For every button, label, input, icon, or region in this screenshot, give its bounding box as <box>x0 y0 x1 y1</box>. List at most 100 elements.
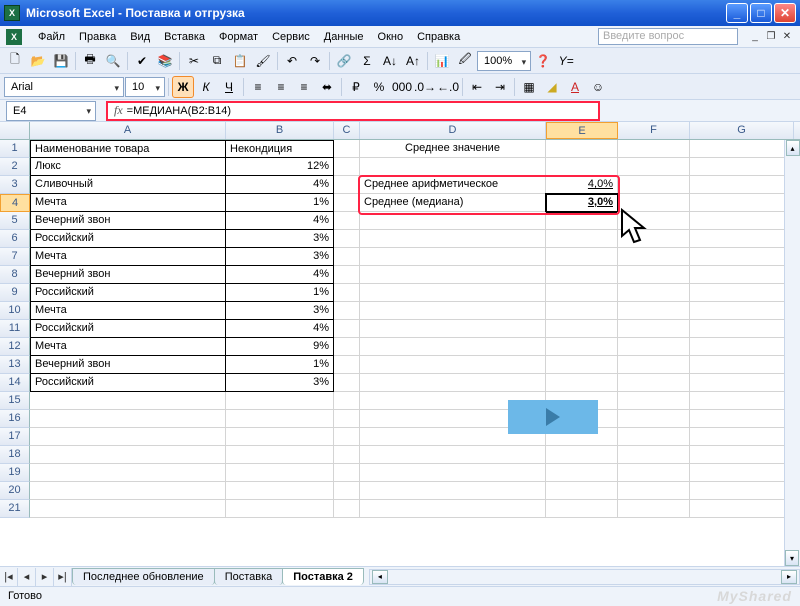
cell-C12[interactable] <box>334 338 360 356</box>
cell-B4[interactable]: 1% <box>226 194 334 212</box>
print-preview-button[interactable]: 🔍 <box>102 50 124 72</box>
cell-A17[interactable] <box>30 428 226 446</box>
menu-data[interactable]: Данные <box>318 29 370 45</box>
row-header-15[interactable]: 15 <box>0 392 30 410</box>
cell-G14[interactable] <box>690 374 794 392</box>
cell-G10[interactable] <box>690 302 794 320</box>
cell-G7[interactable] <box>690 248 794 266</box>
currency-button[interactable]: ₽ <box>345 76 367 98</box>
cell-B20[interactable] <box>226 482 334 500</box>
menu-window[interactable]: Окно <box>372 29 410 45</box>
cell-F9[interactable] <box>618 284 690 302</box>
menu-format[interactable]: Формат <box>213 29 264 45</box>
row-header-11[interactable]: 11 <box>0 320 30 338</box>
cell-F7[interactable] <box>618 248 690 266</box>
row-header-5[interactable]: 5 <box>0 212 30 230</box>
row-header-7[interactable]: 7 <box>0 248 30 266</box>
cell-C17[interactable] <box>334 428 360 446</box>
cell-F3[interactable] <box>618 176 690 194</box>
increase-decimal-button[interactable]: .0→ <box>414 76 436 98</box>
undo-button[interactable]: ↶ <box>281 50 303 72</box>
cell-A12[interactable]: Мечта <box>30 338 226 356</box>
tab-nav-next[interactable]: ▸ <box>36 568 54 586</box>
cell-G13[interactable] <box>690 356 794 374</box>
cell-B3[interactable]: 4% <box>226 176 334 194</box>
cell-F8[interactable] <box>618 266 690 284</box>
play-shape[interactable] <box>508 400 598 434</box>
cell-B6[interactable]: 3% <box>226 230 334 248</box>
cell-F2[interactable] <box>618 158 690 176</box>
cell-A8[interactable]: Вечерний звон <box>30 266 226 284</box>
cell-E4[interactable]: 3,0% <box>546 194 618 212</box>
cell-G3[interactable] <box>690 176 794 194</box>
comma-button[interactable]: 000 <box>391 76 413 98</box>
cell-E13[interactable] <box>546 356 618 374</box>
underline-button[interactable]: Ч <box>218 76 240 98</box>
cell-E8[interactable] <box>546 266 618 284</box>
cell-D6[interactable] <box>360 230 546 248</box>
borders-button[interactable]: ▦ <box>518 76 540 98</box>
cell-F5[interactable] <box>618 212 690 230</box>
cell-F10[interactable] <box>618 302 690 320</box>
cell-E1[interactable] <box>546 140 618 158</box>
cell-G12[interactable] <box>690 338 794 356</box>
cell-B13[interactable]: 1% <box>226 356 334 374</box>
cell-A1[interactable]: Наименование товара <box>30 140 226 158</box>
cell-C10[interactable] <box>334 302 360 320</box>
cell-A10[interactable]: Мечта <box>30 302 226 320</box>
cell-F13[interactable] <box>618 356 690 374</box>
cell-A16[interactable] <box>30 410 226 428</box>
cell-G9[interactable] <box>690 284 794 302</box>
cell-D9[interactable] <box>360 284 546 302</box>
cell-G21[interactable] <box>690 500 794 518</box>
vertical-scrollbar[interactable]: ▴ ▾ <box>784 140 800 566</box>
cell-B14[interactable]: 3% <box>226 374 334 392</box>
cell-F14[interactable] <box>618 374 690 392</box>
cell-F11[interactable] <box>618 320 690 338</box>
cell-D12[interactable] <box>360 338 546 356</box>
save-button[interactable]: 💾 <box>50 50 72 72</box>
cell-C7[interactable] <box>334 248 360 266</box>
cell-F6[interactable] <box>618 230 690 248</box>
cell-A13[interactable]: Вечерний звон <box>30 356 226 374</box>
percent-button[interactable]: % <box>368 76 390 98</box>
cell-A11[interactable]: Российский <box>30 320 226 338</box>
cell-E11[interactable] <box>546 320 618 338</box>
cell-B18[interactable] <box>226 446 334 464</box>
cell-B5[interactable]: 4% <box>226 212 334 230</box>
cell-C2[interactable] <box>334 158 360 176</box>
worksheet[interactable]: A B C D E F G 1Наименование товараНеконд… <box>0 122 800 566</box>
cell-C18[interactable] <box>334 446 360 464</box>
cell-G15[interactable] <box>690 392 794 410</box>
cell-D18[interactable] <box>360 446 546 464</box>
row-header-1[interactable]: 1 <box>0 140 30 158</box>
cell-D5[interactable] <box>360 212 546 230</box>
col-header-e[interactable]: E <box>546 122 618 139</box>
cell-E5[interactable] <box>546 212 618 230</box>
row-header-3[interactable]: 3 <box>0 176 30 194</box>
menu-edit[interactable]: Правка <box>73 29 122 45</box>
fx-icon[interactable]: fx <box>114 103 123 118</box>
redo-button[interactable]: ↷ <box>304 50 326 72</box>
cell-C13[interactable] <box>334 356 360 374</box>
scroll-left-button[interactable]: ◂ <box>372 570 388 584</box>
col-header-f[interactable]: F <box>618 122 690 139</box>
doc-minimize-button[interactable]: _ <box>748 30 762 44</box>
cell-C6[interactable] <box>334 230 360 248</box>
row-header-13[interactable]: 13 <box>0 356 30 374</box>
cell-C1[interactable] <box>334 140 360 158</box>
research-button[interactable]: 📚 <box>154 50 176 72</box>
chart-button[interactable]: 📊 <box>431 50 453 72</box>
drawing-button[interactable]: 🖉 <box>454 50 476 72</box>
row-header-12[interactable]: 12 <box>0 338 30 356</box>
copy-button[interactable]: ⧉ <box>206 50 228 72</box>
cell-G16[interactable] <box>690 410 794 428</box>
align-center-button[interactable]: ≡ <box>270 76 292 98</box>
smiley-button[interactable]: ☺ <box>587 76 609 98</box>
align-right-button[interactable]: ≡ <box>293 76 315 98</box>
cell-F4[interactable] <box>618 194 690 212</box>
tab-nav-first[interactable]: |◂ <box>0 568 18 586</box>
sort-desc-button[interactable]: A↑ <box>402 50 424 72</box>
cell-E21[interactable] <box>546 500 618 518</box>
row-header-20[interactable]: 20 <box>0 482 30 500</box>
